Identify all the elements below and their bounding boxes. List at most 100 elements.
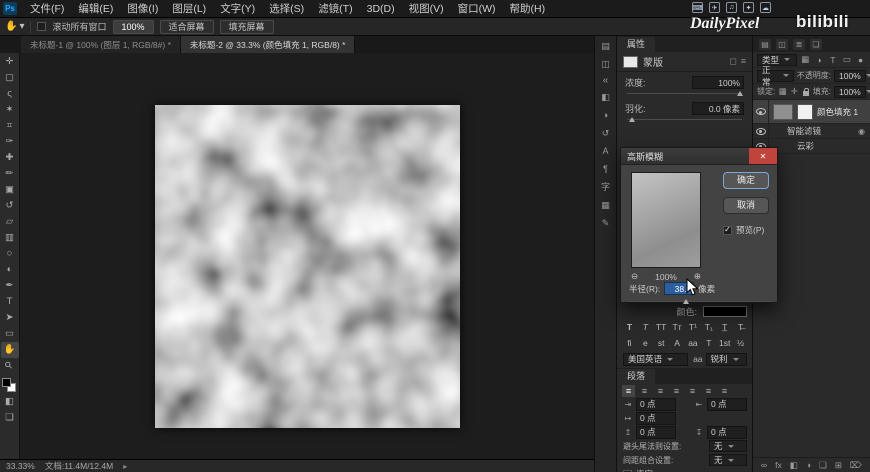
smart-filter-badge-icon[interactable]: ◉	[858, 127, 865, 136]
layers-tab-icon[interactable]: ▤	[759, 38, 771, 50]
fit-screen-button[interactable]: 适合屏幕	[159, 19, 214, 34]
anti-alias-select[interactable]: 锐利	[705, 352, 747, 366]
menu-window[interactable]: 窗口(W)	[451, 0, 503, 18]
eyedropper-tool[interactable]: ✑	[1, 134, 19, 150]
dialog-title-bar[interactable]: 高斯模糊 ✕	[621, 148, 777, 165]
channels-tab-icon[interactable]: ◫	[776, 38, 788, 50]
all-caps-button[interactable]: TT	[655, 320, 668, 334]
blur-tool[interactable]: ○	[1, 246, 19, 262]
adjustments-panel-icon[interactable]: ◑	[598, 108, 614, 122]
mask-mode-icon[interactable]: ◻	[729, 56, 736, 67]
crop-tool[interactable]: ⌗	[1, 118, 19, 134]
discretionary-ligatures-button[interactable]: st	[655, 336, 668, 350]
filter-pixel-layers-icon[interactable]: ▦	[800, 54, 811, 65]
quick-mask-button[interactable]: ◧	[1, 394, 19, 410]
text-color-swatch[interactable]	[703, 305, 747, 317]
indent-right-input[interactable]: 0 点	[707, 397, 747, 411]
radius-slider[interactable]	[629, 298, 771, 306]
path-selection-tool[interactable]: ➤	[1, 310, 19, 326]
paragraph-styles-panel-icon[interactable]: ¶	[598, 162, 614, 176]
feather-input[interactable]: 0.0 像素	[692, 102, 744, 115]
mojikumi-select[interactable]: 无	[709, 454, 747, 466]
faux-bold-button[interactable]: T	[623, 320, 636, 334]
menu-help[interactable]: 帮助(H)	[503, 0, 553, 18]
ordinals-button[interactable]: 1st	[718, 336, 731, 350]
visibility-cell[interactable]	[753, 100, 769, 123]
lasso-tool[interactable]: ς	[1, 86, 19, 102]
feather-slider-thumb[interactable]	[629, 117, 636, 122]
glyphs-panel-icon[interactable]: 字	[598, 180, 614, 194]
hand-tool[interactable]: ✋	[0, 342, 19, 358]
zoom-level[interactable]: 33.33%	[6, 461, 35, 471]
marquee-tool[interactable]: ▢	[1, 70, 19, 86]
menu-layer[interactable]: 图层(L)	[165, 0, 213, 18]
superscript-button[interactable]: T¹	[687, 320, 700, 334]
space-before-input[interactable]: 0 点	[636, 425, 676, 439]
dock-tab-icon-1[interactable]: ▤	[598, 39, 614, 53]
clone-stamp-tool[interactable]: ▣	[1, 182, 19, 198]
dock-tab-icon-2[interactable]: ◫	[598, 57, 614, 71]
align-center-button[interactable]: ≡	[638, 385, 651, 397]
type-tool[interactable]: T	[1, 294, 19, 310]
kinsoku-select[interactable]: 无	[709, 440, 747, 452]
opacity-select[interactable]: 100%	[834, 69, 866, 82]
lock-transparency-icon[interactable]: ▦	[778, 86, 787, 97]
document-tab-untitled1[interactable]: 未标题-1 @ 100% (图层 1, RGB/8#) *	[21, 36, 181, 53]
paths-tab-icon[interactable]: ≣	[793, 38, 805, 50]
tool-preset-picker[interactable]: ✋ ▾	[5, 21, 24, 32]
tab-properties[interactable]: 属性	[617, 37, 656, 52]
eraser-tool[interactable]: ▱	[1, 214, 19, 230]
mask-thumbnail-icon[interactable]	[623, 55, 638, 68]
zoom-out-icon[interactable]: ⊖	[631, 271, 638, 282]
subscript-button[interactable]: T₁	[702, 320, 715, 334]
move-tool[interactable]: ✛	[1, 54, 19, 70]
fill-select[interactable]: 100%	[834, 85, 866, 98]
pen-tool[interactable]: ✒	[1, 278, 19, 294]
layer-row-color-fill[interactable]: 颜色填充 1	[753, 100, 870, 124]
gradient-tool[interactable]: ▥	[1, 230, 19, 246]
dialog-close-button[interactable]: ✕	[749, 148, 777, 164]
panel-menu-icon[interactable]: ≡	[741, 56, 746, 67]
brush-tool[interactable]: ✏	[1, 166, 19, 182]
layer-name[interactable]: 颜色填充 1	[817, 106, 858, 118]
density-slider-thumb[interactable]	[737, 91, 744, 96]
density-input[interactable]: 100%	[692, 76, 744, 89]
swatches-panel-icon[interactable]: ▦	[598, 198, 614, 212]
contextual-alternates-button[interactable]: e	[639, 336, 652, 350]
add-mask-icon[interactable]: ◧	[790, 460, 798, 471]
document-tab-untitled2[interactable]: 未标题-2 @ 33.3% (颜色填充 1, RGB/8) *	[180, 36, 356, 53]
layer-style-icon[interactable]: fx	[775, 460, 782, 470]
filter-type-layers-icon[interactable]: T	[827, 55, 838, 65]
smart-filter-label[interactable]: 智能滤镜	[787, 125, 821, 137]
quick-selection-tool[interactable]: ✶	[1, 102, 19, 118]
align-right-button[interactable]: ≡	[654, 385, 667, 397]
fill-screen-button[interactable]: 填充屏幕	[219, 19, 274, 34]
underline-button[interactable]: T̲	[718, 320, 731, 334]
first-line-indent-input[interactable]: 0 点	[636, 411, 676, 425]
feather-slider[interactable]	[627, 116, 742, 124]
foreground-color-swatch[interactable]	[1, 378, 11, 387]
menu-type[interactable]: 文字(Y)	[213, 0, 262, 18]
menu-3d[interactable]: 3D(D)	[360, 0, 402, 18]
menu-edit[interactable]: 编辑(E)	[71, 0, 120, 18]
libraries-tab-icon[interactable]: ❏	[810, 38, 822, 50]
justify-all-button[interactable]: ≡	[718, 385, 731, 397]
new-adjustment-layer-icon[interactable]: ◑	[806, 460, 811, 470]
link-layers-icon[interactable]: ∞	[761, 460, 767, 470]
zoom-100-button[interactable]: 100%	[112, 19, 154, 34]
collapse-panels-icon[interactable]: «	[603, 75, 609, 86]
tab-paragraph[interactable]: 段落	[617, 369, 656, 384]
color-panel-icon[interactable]: ◧	[598, 90, 614, 104]
visibility-cell[interactable]	[753, 124, 769, 138]
delete-layer-icon[interactable]: ⌦	[850, 460, 862, 471]
menu-view[interactable]: 视图(V)	[402, 0, 451, 18]
shape-tool[interactable]: ▭	[1, 326, 19, 342]
swash-button[interactable]: A	[671, 336, 684, 350]
align-left-button[interactable]: ≡	[622, 384, 635, 397]
preview-checkbox[interactable]: ✓	[723, 225, 732, 235]
screen-mode-button[interactable]: ❏	[1, 410, 19, 426]
blend-mode-select[interactable]: 正常	[757, 65, 794, 87]
zoom-tool[interactable]: ⚲	[1, 358, 19, 374]
menu-image[interactable]: 图像(I)	[120, 0, 165, 18]
justify-last-center-button[interactable]: ≡	[686, 385, 699, 397]
